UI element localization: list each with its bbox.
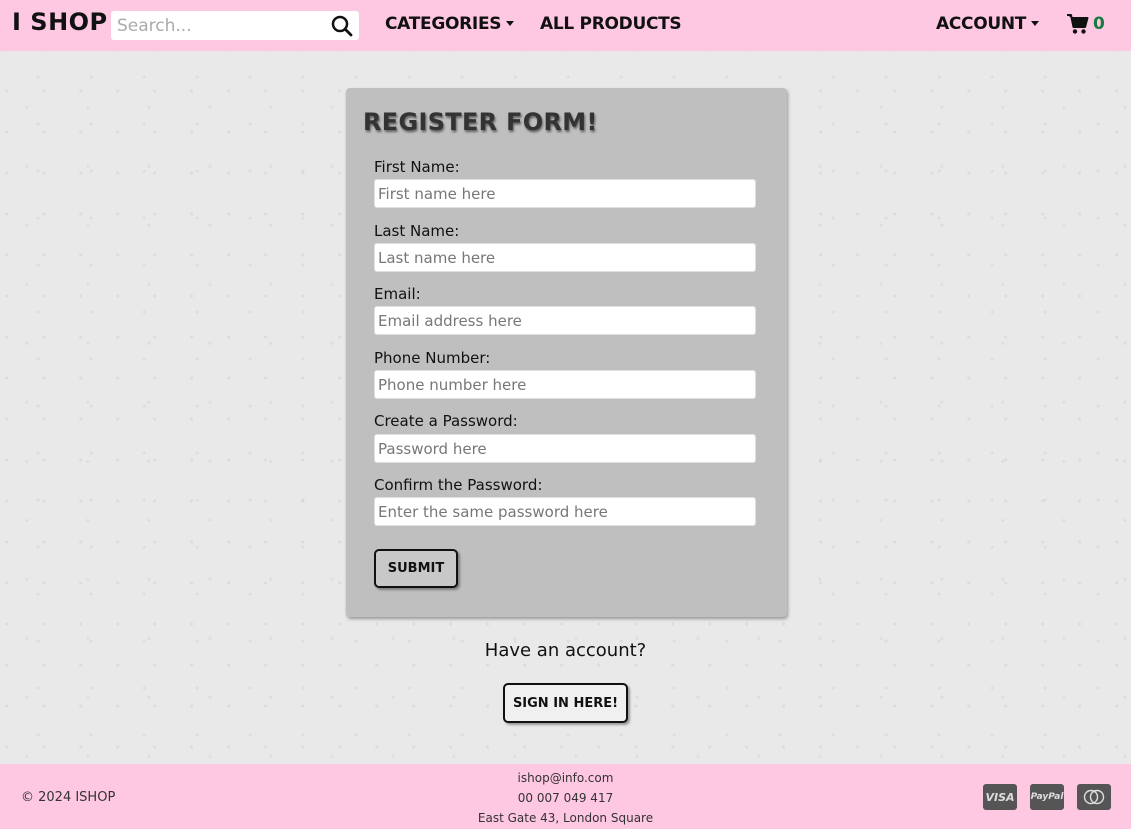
- footer-email: ishop@info.com: [517, 771, 614, 785]
- nav-categories-dropdown[interactable]: CATEGORIES: [385, 14, 515, 34]
- phone-label: Phone Number:: [374, 349, 491, 367]
- visa-icon: VISA: [983, 784, 1017, 810]
- phone-input[interactable]: [374, 370, 756, 399]
- confirm-password-input[interactable]: [374, 497, 756, 526]
- search-box: [111, 11, 359, 40]
- form-title: REGISTER FORM!: [363, 108, 598, 136]
- submit-button[interactable]: SUBMIT: [374, 549, 458, 588]
- sign-in-button[interactable]: SIGN IN HERE!: [503, 683, 628, 723]
- last-name-input[interactable]: [374, 243, 756, 272]
- password-input[interactable]: [374, 434, 756, 463]
- search-icon: [331, 15, 353, 37]
- email-input[interactable]: [374, 306, 756, 335]
- mastercard-icon: [1077, 784, 1111, 810]
- cart-icon: [1067, 14, 1089, 34]
- search-button[interactable]: [329, 13, 355, 38]
- first-name-input[interactable]: [374, 179, 756, 208]
- chevron-down-icon: [1031, 21, 1040, 26]
- paypal-icon: PayPal: [1030, 784, 1064, 810]
- nav-account-dropdown[interactable]: ACCOUNT: [936, 14, 1040, 34]
- navbar: I SHOP CATEGORIES ALL PRODUCTS ACCOUNT 0: [0, 0, 1131, 51]
- nav-account-label: ACCOUNT: [936, 14, 1027, 34]
- email-label: Email:: [374, 285, 421, 303]
- last-name-label: Last Name:: [374, 222, 460, 240]
- chevron-down-icon: [506, 21, 515, 26]
- footer-address: East Gate 43, London Square: [477, 811, 654, 825]
- mastercard-circles: [1083, 789, 1105, 805]
- first-name-label: First Name:: [374, 158, 460, 176]
- brand-logo[interactable]: I SHOP: [12, 8, 108, 36]
- search-input[interactable]: [111, 11, 326, 40]
- confirm-password-label: Confirm the Password:: [374, 476, 543, 494]
- cart-count-badge[interactable]: 0: [1093, 14, 1105, 34]
- nav-all-products[interactable]: ALL PRODUCTS: [540, 14, 682, 34]
- register-form-card: REGISTER FORM! First Name: Last Name: Em…: [346, 88, 787, 617]
- have-account-text: Have an account?: [484, 640, 647, 661]
- nav-categories-label: CATEGORIES: [385, 14, 502, 34]
- footer: © 2024 ISHOP ishop@info.com 00 007 049 4…: [0, 764, 1131, 829]
- password-label: Create a Password:: [374, 412, 518, 430]
- footer-phone: 00 007 049 417: [517, 791, 614, 805]
- cart-button[interactable]: [1066, 13, 1089, 39]
